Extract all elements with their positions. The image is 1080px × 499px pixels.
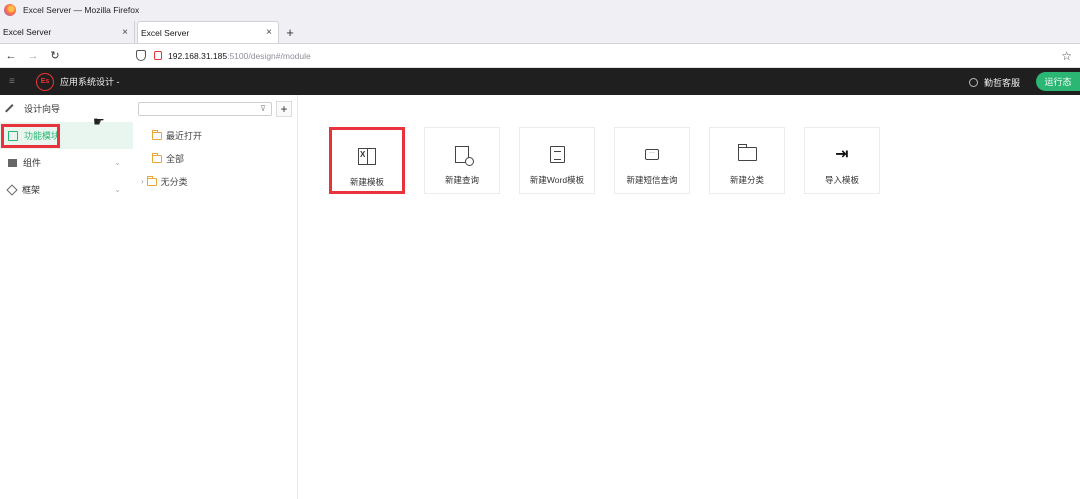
window-title: Excel Server — Mozilla Firefox	[23, 5, 140, 15]
chevron-down-icon[interactable]: ⌄	[114, 158, 121, 167]
close-tab-icon[interactable]: ×	[266, 27, 272, 38]
new-template-card[interactable]: 新建模板	[329, 127, 405, 194]
customer-support-link[interactable]: 勤哲客服	[968, 76, 1020, 89]
tree-node-label: 最近打开	[166, 131, 203, 141]
new-tab-button[interactable]: +	[279, 21, 301, 43]
tracking-shield-icon[interactable]	[136, 50, 146, 61]
sidebar-item-components[interactable]: 组件 ⌄	[0, 149, 133, 176]
card-label: 新建短信查询	[626, 175, 678, 185]
card-label: 导入模板	[824, 175, 859, 185]
wrench-icon	[5, 103, 15, 114]
forward-arrow-icon[interactable]: →	[22, 50, 44, 62]
app-logo: Es	[36, 72, 54, 91]
folder-icon	[152, 129, 162, 140]
tab-label: Excel Server	[141, 27, 190, 38]
card-label: 新建分类	[729, 175, 764, 185]
folder-icon	[737, 144, 757, 161]
puzzle-icon	[8, 158, 17, 167]
card-label: 新建模板	[349, 177, 384, 187]
url-bar[interactable]: 192.168.31.185 :5100/design#/module	[136, 50, 311, 61]
sidebar-item-label: 框架	[22, 185, 41, 195]
add-category-button[interactable]: +	[276, 101, 292, 117]
navigation-bar: ← → ↻ 192.168.31.185 :5100/design#/modul…	[0, 44, 1080, 68]
close-tab-icon[interactable]: ×	[122, 27, 128, 38]
folder-icon	[146, 175, 157, 186]
menu-icon[interactable]: ≡	[9, 76, 23, 87]
hand-cursor-icon: ☛	[93, 114, 105, 129]
app-header: ≡ Es 应用系统设计 - 勤哲客服 运行态	[0, 68, 1080, 95]
new-category-card[interactable]: 新建分类	[709, 127, 785, 194]
tree-node-all[interactable]: 全部	[152, 152, 184, 165]
new-query-card[interactable]: 新建查询	[424, 127, 500, 194]
tree-search-input[interactable]: ⊽	[138, 102, 272, 116]
message-icon: ···	[645, 148, 659, 160]
highlight-box-function-module	[1, 124, 60, 148]
tree-node-label: 全部	[166, 154, 185, 164]
new-sms-query-card[interactable]: ··· 新建短信查询	[614, 127, 690, 194]
sidebar-item-design-wizard[interactable]: 设计向导	[0, 95, 133, 122]
chevron-right-icon[interactable]: ›	[141, 177, 144, 186]
tree-node-recent[interactable]: 最近打开	[152, 129, 202, 142]
insecure-lock-icon[interactable]	[154, 51, 162, 60]
chat-icon	[968, 78, 978, 87]
firefox-logo-icon	[4, 4, 16, 16]
sidebar: 设计向导 功能模块 组件 ⌄ 框架 ⌄	[0, 95, 133, 499]
sidebar-item-label: 组件	[23, 158, 42, 168]
import-template-card[interactable]: ⇥ 导入模板	[804, 127, 880, 194]
import-icon: ⇥	[835, 146, 849, 163]
new-word-template-card[interactable]: 新建Word模板	[519, 127, 595, 194]
query-icon	[455, 145, 474, 166]
tree-node-label: 无分类	[160, 177, 188, 187]
tree-node-uncategorized[interactable]: › 无分类	[141, 175, 188, 188]
module-tree-panel: ⊽ + 最近打开 全部 › 无分类	[133, 95, 298, 499]
browser-tab[interactable]: Excel Server ×	[0, 21, 135, 43]
tab-bar: Excel Server × Excel Server × +	[0, 20, 1080, 44]
app-name-dropdown[interactable]: 应用系统设计 -	[60, 75, 120, 88]
cube-icon	[6, 183, 18, 196]
sidebar-item-label: 设计向导	[24, 104, 61, 114]
url-path: :5100/design#/module	[227, 50, 311, 61]
bookmark-star-icon[interactable]: ☆	[1061, 49, 1072, 63]
tab-label: Excel Server	[3, 27, 52, 37]
word-doc-icon	[549, 145, 565, 163]
url-host: 192.168.31.185	[168, 50, 228, 61]
excel-template-icon	[358, 147, 376, 165]
browser-tab-active[interactable]: Excel Server ×	[137, 21, 279, 43]
filter-icon[interactable]: ⊽	[260, 104, 266, 113]
sidebar-item-framework[interactable]: 框架 ⌄	[0, 176, 133, 203]
run-state-button[interactable]: 运行态	[1036, 72, 1080, 91]
card-label: 新建Word模板	[529, 175, 585, 185]
window-titlebar: Excel Server — Mozilla Firefox	[0, 0, 1080, 20]
support-label: 勤哲客服	[983, 78, 1020, 88]
card-label: 新建查询	[444, 175, 479, 185]
reload-icon[interactable]: ↻	[44, 49, 66, 62]
back-arrow-icon[interactable]: ←	[0, 50, 22, 62]
chevron-down-icon[interactable]: ⌄	[114, 185, 121, 194]
folder-icon	[152, 152, 162, 163]
